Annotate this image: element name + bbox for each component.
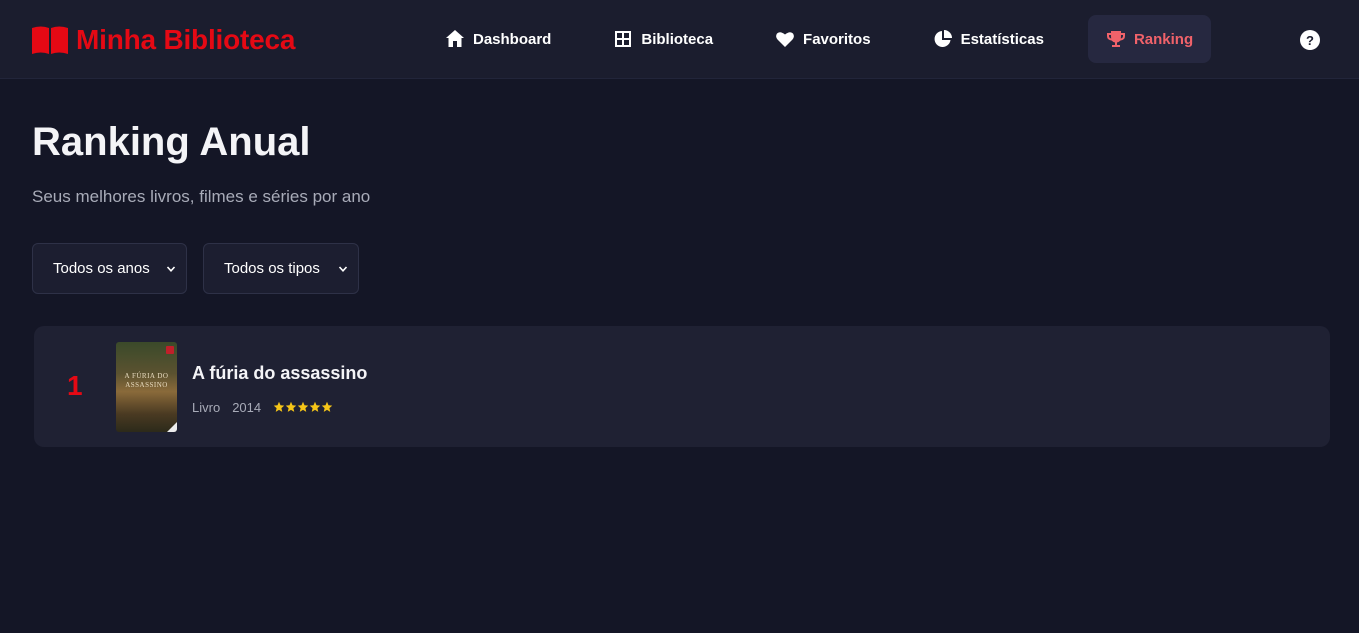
home-icon — [446, 30, 464, 47]
nav-label: Ranking — [1133, 30, 1194, 48]
item-meta: Livro 2014 — [192, 399, 333, 415]
main-nav: Dashboard Biblioteca Favoritos Estatísti… — [427, 15, 1212, 63]
heart-icon — [776, 32, 794, 47]
nav-item-biblioteca[interactable]: Biblioteca — [595, 15, 731, 63]
star-icon — [285, 401, 297, 412]
trophy-icon — [1106, 31, 1125, 47]
item-year: 2014 — [232, 399, 262, 415]
page-title: Ranking Anual — [32, 120, 311, 164]
grid-icon — [615, 31, 632, 47]
chevron-down-icon — [166, 265, 176, 272]
help-icon[interactable]: ? — [1300, 30, 1320, 50]
nav-label: Favoritos — [803, 30, 871, 48]
rating-stars — [273, 401, 333, 413]
item-title: A fúria do assassino — [192, 363, 368, 383]
rank-position: 1 — [67, 370, 83, 401]
page-subtitle: Seus melhores livros, filmes e séries po… — [32, 187, 371, 206]
book-open-icon — [32, 26, 68, 54]
top-navbar: Minha Biblioteca Dashboard Biblioteca Fa… — [0, 0, 1359, 79]
star-icon — [273, 401, 285, 412]
nav-item-dashboard[interactable]: Dashboard — [427, 15, 569, 63]
star-icon — [309, 401, 321, 412]
cover-art-text: A FÚRIA DO ASSASSINO — [124, 372, 169, 389]
brand-logo[interactable]: Minha Biblioteca — [32, 24, 295, 56]
type-filter-select[interactable]: Todos os tipos — [203, 243, 359, 294]
cover-corner — [167, 422, 177, 432]
ranking-item[interactable]: 1 A FÚRIA DO ASSASSINO A fúria do assassi… — [34, 326, 1330, 447]
star-icon — [297, 401, 309, 412]
star-icon — [321, 401, 333, 412]
nav-label: Dashboard — [473, 30, 552, 48]
nav-item-favoritos[interactable]: Favoritos — [757, 15, 889, 63]
nav-label: Estatísticas — [960, 30, 1044, 48]
type-filter-value: Todos os tipos — [224, 260, 320, 277]
chevron-down-icon — [338, 265, 348, 272]
cover-badge — [166, 346, 174, 354]
year-filter-select[interactable]: Todos os anos — [32, 243, 187, 294]
nav-item-estatisticas[interactable]: Estatísticas — [915, 15, 1062, 63]
year-filter-value: Todos os anos — [53, 260, 150, 277]
app-title: Minha Biblioteca — [76, 24, 296, 55]
pie-chart-icon — [934, 30, 952, 47]
item-type: Livro — [192, 399, 221, 415]
nav-item-ranking[interactable]: Ranking — [1087, 15, 1212, 63]
nav-label: Biblioteca — [641, 30, 714, 48]
book-cover-image[interactable]: A FÚRIA DO ASSASSINO — [116, 342, 177, 432]
